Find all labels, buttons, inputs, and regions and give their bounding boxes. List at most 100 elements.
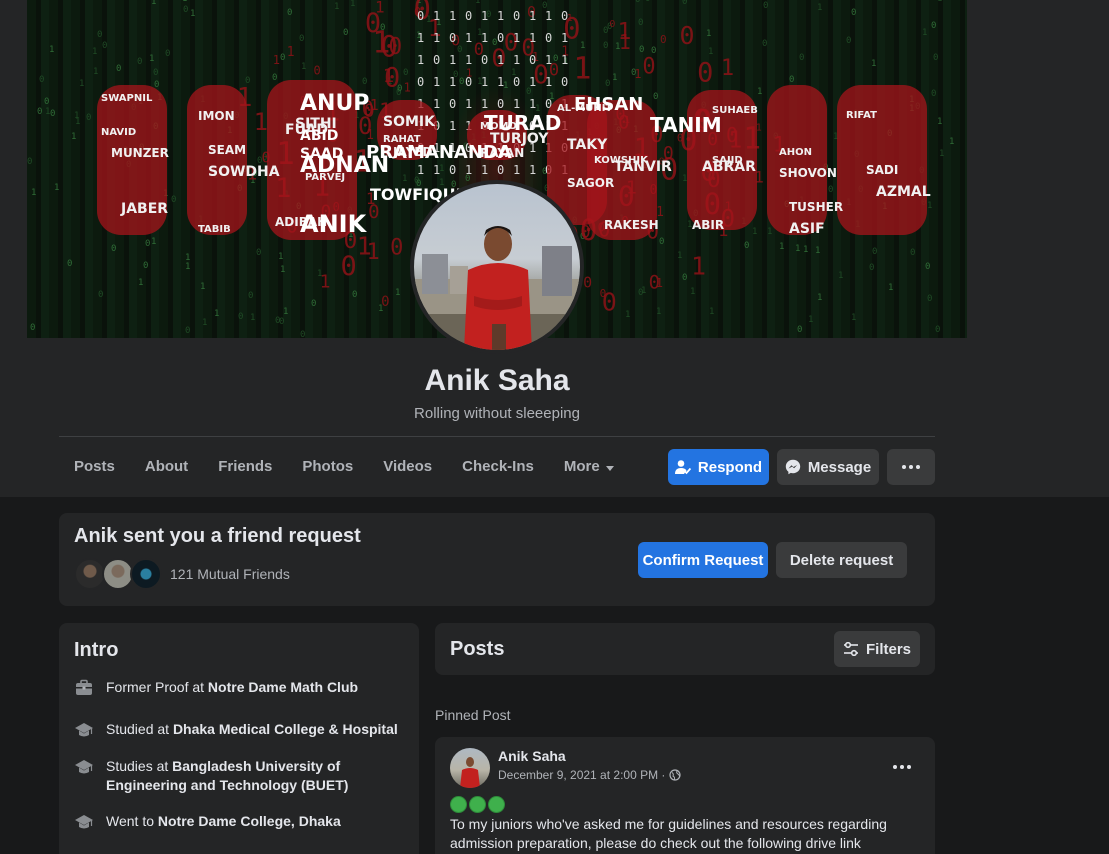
svg-text:0: 0 bbox=[645, 0, 650, 4]
svg-text:0: 0 bbox=[828, 185, 833, 195]
post-options-icon[interactable] bbox=[893, 765, 911, 769]
cover-word: ABRAR bbox=[702, 159, 756, 175]
intro-item-prefix: Studies at bbox=[106, 758, 173, 774]
svg-text:0: 0 bbox=[529, 53, 536, 67]
svg-text:0: 0 bbox=[368, 201, 379, 223]
more-options-button[interactable] bbox=[887, 449, 935, 485]
cover-word: AHON bbox=[779, 147, 812, 158]
svg-text:1: 1 bbox=[767, 227, 772, 237]
tab-more[interactable]: More bbox=[549, 448, 629, 486]
svg-text:0: 0 bbox=[459, 77, 464, 87]
respond-button[interactable]: Respond bbox=[668, 449, 769, 485]
post-author-avatar[interactable] bbox=[450, 748, 490, 788]
svg-text:0: 0 bbox=[272, 73, 277, 83]
cover-word: AZMAL bbox=[876, 184, 931, 200]
svg-text:1: 1 bbox=[185, 262, 190, 272]
post-timestamp[interactable]: December 9, 2021 at 2:00 PM · bbox=[498, 768, 682, 782]
intro-item-link[interactable]: Notre Dame Math Club bbox=[208, 679, 358, 695]
more-icon bbox=[902, 465, 920, 469]
svg-text:0: 0 bbox=[872, 247, 877, 257]
svg-text:0: 0 bbox=[67, 259, 72, 269]
graduation-cap-icon bbox=[75, 723, 93, 737]
svg-text:1: 1 bbox=[190, 9, 195, 19]
svg-text:1: 1 bbox=[949, 137, 954, 147]
svg-text:0: 0 bbox=[37, 107, 42, 117]
svg-text:0: 0 bbox=[116, 64, 121, 74]
mutual-avatar bbox=[130, 558, 162, 590]
respond-label: Respond bbox=[697, 458, 763, 476]
svg-text:1: 1 bbox=[185, 253, 190, 263]
mutual-friends-count: 121 Mutual Friends bbox=[170, 566, 290, 582]
mutual-friends[interactable]: 121 Mutual Friends bbox=[74, 558, 290, 590]
svg-text:0: 0 bbox=[642, 54, 655, 79]
tab-friends[interactable]: Friends bbox=[203, 448, 287, 486]
svg-text:1: 1 bbox=[449, 9, 456, 23]
profile-avatar[interactable] bbox=[410, 180, 584, 354]
svg-text:1: 1 bbox=[45, 107, 50, 117]
svg-text:0: 0 bbox=[762, 39, 767, 49]
svg-text:0: 0 bbox=[417, 9, 424, 23]
svg-text:1: 1 bbox=[481, 97, 488, 111]
svg-text:0: 0 bbox=[799, 53, 804, 63]
filters-button[interactable]: Filters bbox=[834, 631, 920, 667]
svg-text:0: 0 bbox=[287, 8, 292, 18]
tab-check-ins[interactable]: Check-Ins bbox=[447, 448, 549, 486]
svg-text:1: 1 bbox=[71, 132, 76, 142]
svg-text:0: 0 bbox=[561, 75, 568, 89]
svg-text:1: 1 bbox=[690, 287, 695, 297]
graduation-cap-icon bbox=[75, 760, 93, 774]
svg-text:0: 0 bbox=[846, 36, 851, 46]
svg-text:1: 1 bbox=[417, 31, 424, 45]
intro-item-text: Went to Notre Dame College, Dhaka bbox=[106, 812, 406, 831]
intro-item: Studied at Dhaka Medical College & Hospi… bbox=[74, 720, 406, 740]
svg-text:1: 1 bbox=[449, 75, 456, 89]
svg-text:1: 1 bbox=[529, 75, 536, 89]
profile-tabs: Posts About Friends Photos Videos Check-… bbox=[59, 448, 629, 486]
svg-text:1: 1 bbox=[625, 310, 630, 320]
svg-text:1: 1 bbox=[273, 53, 280, 67]
svg-text:1: 1 bbox=[529, 31, 536, 45]
svg-text:0: 0 bbox=[869, 263, 874, 273]
confirm-request-button[interactable]: Confirm Request bbox=[638, 542, 768, 578]
tab-about[interactable]: About bbox=[130, 448, 203, 486]
tab-photos[interactable]: Photos bbox=[287, 448, 368, 486]
svg-text:0: 0 bbox=[343, 28, 348, 38]
friend-request-title: Anik sent you a friend request bbox=[74, 525, 361, 547]
svg-text:1: 1 bbox=[31, 188, 36, 198]
svg-text:1: 1 bbox=[250, 313, 255, 323]
svg-text:0: 0 bbox=[744, 241, 749, 251]
svg-text:1: 1 bbox=[151, 237, 156, 247]
cover-word: SOWDHA bbox=[208, 164, 280, 180]
svg-text:1: 1 bbox=[366, 128, 374, 143]
svg-text:1: 1 bbox=[449, 53, 456, 67]
cover-word: SAAD bbox=[300, 146, 343, 162]
svg-text:0: 0 bbox=[185, 326, 190, 336]
intro-item-link[interactable]: Notre Dame College, Dhaka bbox=[158, 813, 341, 829]
cover-word: TURAD bbox=[484, 111, 561, 135]
caret-down-icon bbox=[605, 465, 614, 471]
svg-text:1: 1 bbox=[513, 163, 520, 177]
cover-word: IMON bbox=[198, 109, 235, 123]
svg-text:1: 1 bbox=[254, 108, 268, 136]
svg-text:1: 1 bbox=[573, 52, 591, 87]
intro-item-link[interactable]: Dhaka Medical College & Hospital bbox=[173, 721, 398, 737]
tab-videos[interactable]: Videos bbox=[368, 448, 447, 486]
svg-text:0: 0 bbox=[682, 273, 687, 283]
svg-text:0: 0 bbox=[340, 251, 356, 282]
cover-word: MUNZER bbox=[111, 146, 169, 160]
svg-text:1: 1 bbox=[402, 174, 407, 184]
cover-word: RIFAT bbox=[846, 110, 877, 121]
message-button[interactable]: Message bbox=[777, 449, 879, 485]
tab-posts[interactable]: Posts bbox=[59, 448, 130, 486]
svg-text:1: 1 bbox=[49, 45, 54, 55]
svg-text:0: 0 bbox=[583, 273, 592, 291]
svg-text:0: 0 bbox=[925, 262, 930, 272]
svg-text:1: 1 bbox=[280, 265, 285, 275]
delete-request-button[interactable]: Delete request bbox=[776, 542, 907, 578]
post-author-name[interactable]: Anik Saha bbox=[498, 748, 566, 764]
svg-text:1: 1 bbox=[677, 251, 682, 261]
svg-text:1: 1 bbox=[433, 97, 440, 111]
svg-text:0: 0 bbox=[384, 63, 400, 94]
svg-text:0: 0 bbox=[561, 9, 568, 23]
intro-card: Intro Former Proof at Notre Dame Math Cl… bbox=[59, 623, 419, 854]
